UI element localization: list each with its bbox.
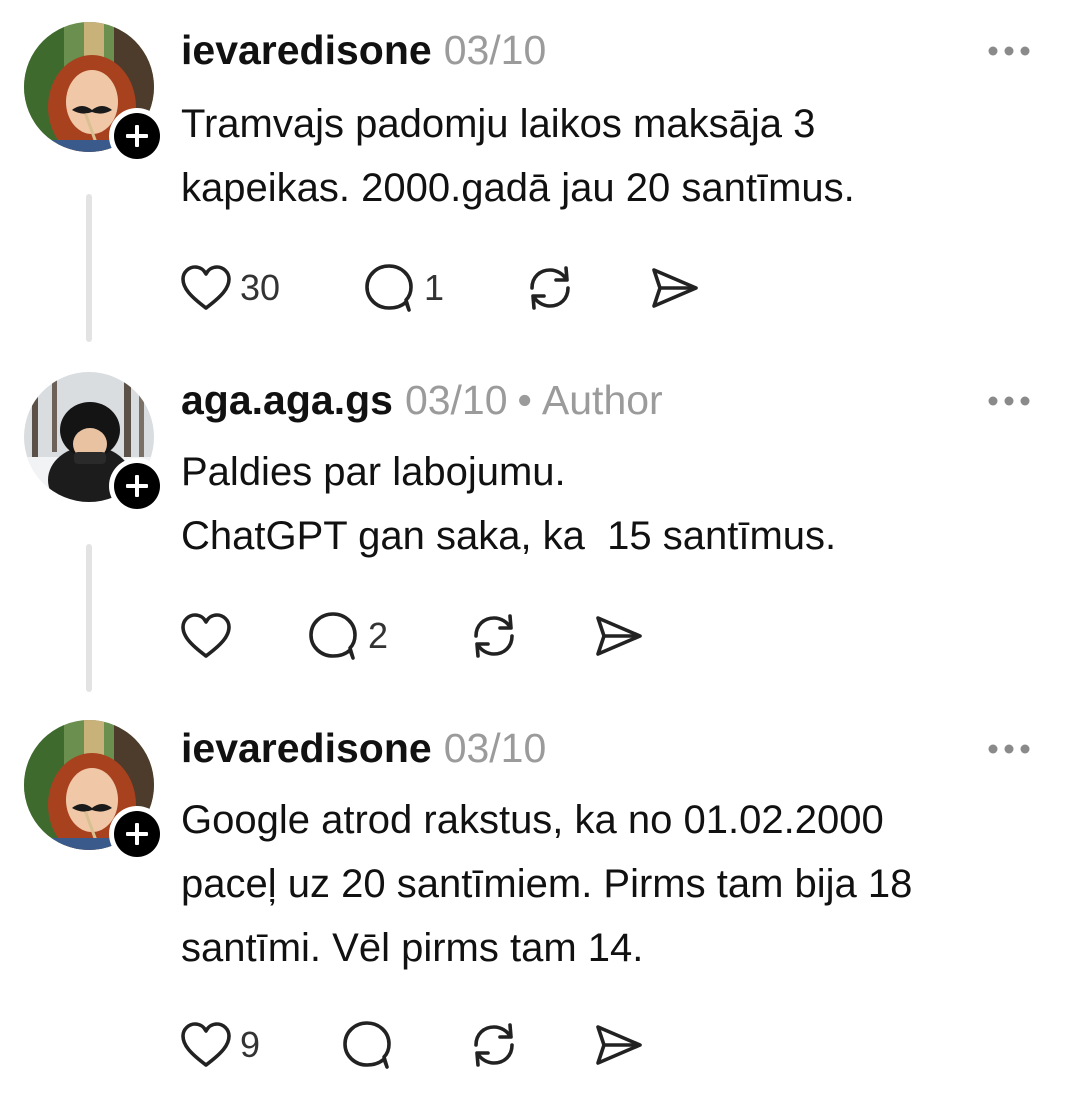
username[interactable]: ievaredisone [181,723,432,773]
reply-count: 2 [368,615,389,656]
follow-plus-icon [126,823,148,845]
follow-button[interactable] [109,806,165,862]
username[interactable]: ievaredisone [181,25,432,75]
post-text-line: kapeikas. 2000.gadā jau 20 santīmus. [181,166,855,210]
more-options-button[interactable] [984,734,1034,764]
like-button[interactable]: 9 [180,1015,260,1075]
post-text: Google atrod rakstus, ka no 01.02.2000 p… [181,788,1041,980]
repost-button[interactable] [466,606,522,666]
follow-button[interactable] [109,458,165,514]
share-icon [596,1025,642,1065]
post-text-line: Tramvajs padomju laikos maksāja 3 [181,102,816,146]
comment-icon [309,612,357,660]
reply-button[interactable] [340,1015,402,1075]
post-header: ievaredisone 03/10 [181,25,546,75]
like-button[interactable] [180,606,240,666]
like-button[interactable]: 30 [180,258,280,318]
repost-button[interactable] [466,1015,522,1075]
comment-icon [365,264,413,312]
follow-plus-icon [126,125,148,147]
repost-icon [474,614,514,658]
reply-button[interactable]: 2 [306,606,388,666]
post-text-line: paceļ uz 20 santīmiem. Pirms tam bija 18 [181,862,913,906]
repost-icon [530,266,570,310]
more-options-button[interactable] [984,386,1034,416]
more-dots-icon [988,744,1030,754]
share-button[interactable] [592,606,646,666]
share-icon [596,616,642,656]
timestamp: 03/10 [443,27,547,73]
reply-button[interactable]: 1 [362,258,444,318]
post-header: aga.aga.gs 03/10 • Author [181,375,663,425]
follow-button[interactable] [109,108,165,164]
post-text: Tramvajs padomju laikos maksāja 3 kapeik… [181,92,1041,220]
like-count: 9 [240,1024,261,1065]
share-button[interactable] [648,258,702,318]
comment-icon [343,1021,391,1069]
reply-count: 1 [424,267,445,308]
timestamp: 03/10 [404,377,508,423]
heart-icon [181,613,231,658]
timestamp: 03/10 [443,725,547,771]
post-text-line: santīmi. Vēl pirms tam 14. [181,926,644,970]
follow-plus-icon [126,475,148,497]
more-dots-icon [988,396,1030,406]
post-text: Paldies par labojumu. ChatGPT gan saka, … [181,440,1041,568]
like-count: 30 [240,267,281,308]
post-text-line: ChatGPT gan saka, ka 15 santīmus. [181,514,837,558]
repost-button[interactable] [522,258,578,318]
share-icon [652,268,698,308]
post-header: ievaredisone 03/10 [181,723,546,773]
thread-line [86,194,92,342]
thread-line [86,544,92,692]
separator-dot: • [517,377,532,423]
more-dots-icon [988,46,1030,56]
more-options-button[interactable] [984,36,1034,66]
heart-icon [181,1022,231,1067]
post-text-line: Paldies par labojumu. [181,450,566,494]
repost-icon [474,1023,514,1067]
share-button[interactable] [592,1015,646,1075]
post-text-line: Google atrod rakstus, ka no 01.02.2000 [181,798,884,842]
heart-icon [181,265,231,310]
author-badge: Author [541,377,663,423]
username[interactable]: aga.aga.gs [181,375,393,425]
